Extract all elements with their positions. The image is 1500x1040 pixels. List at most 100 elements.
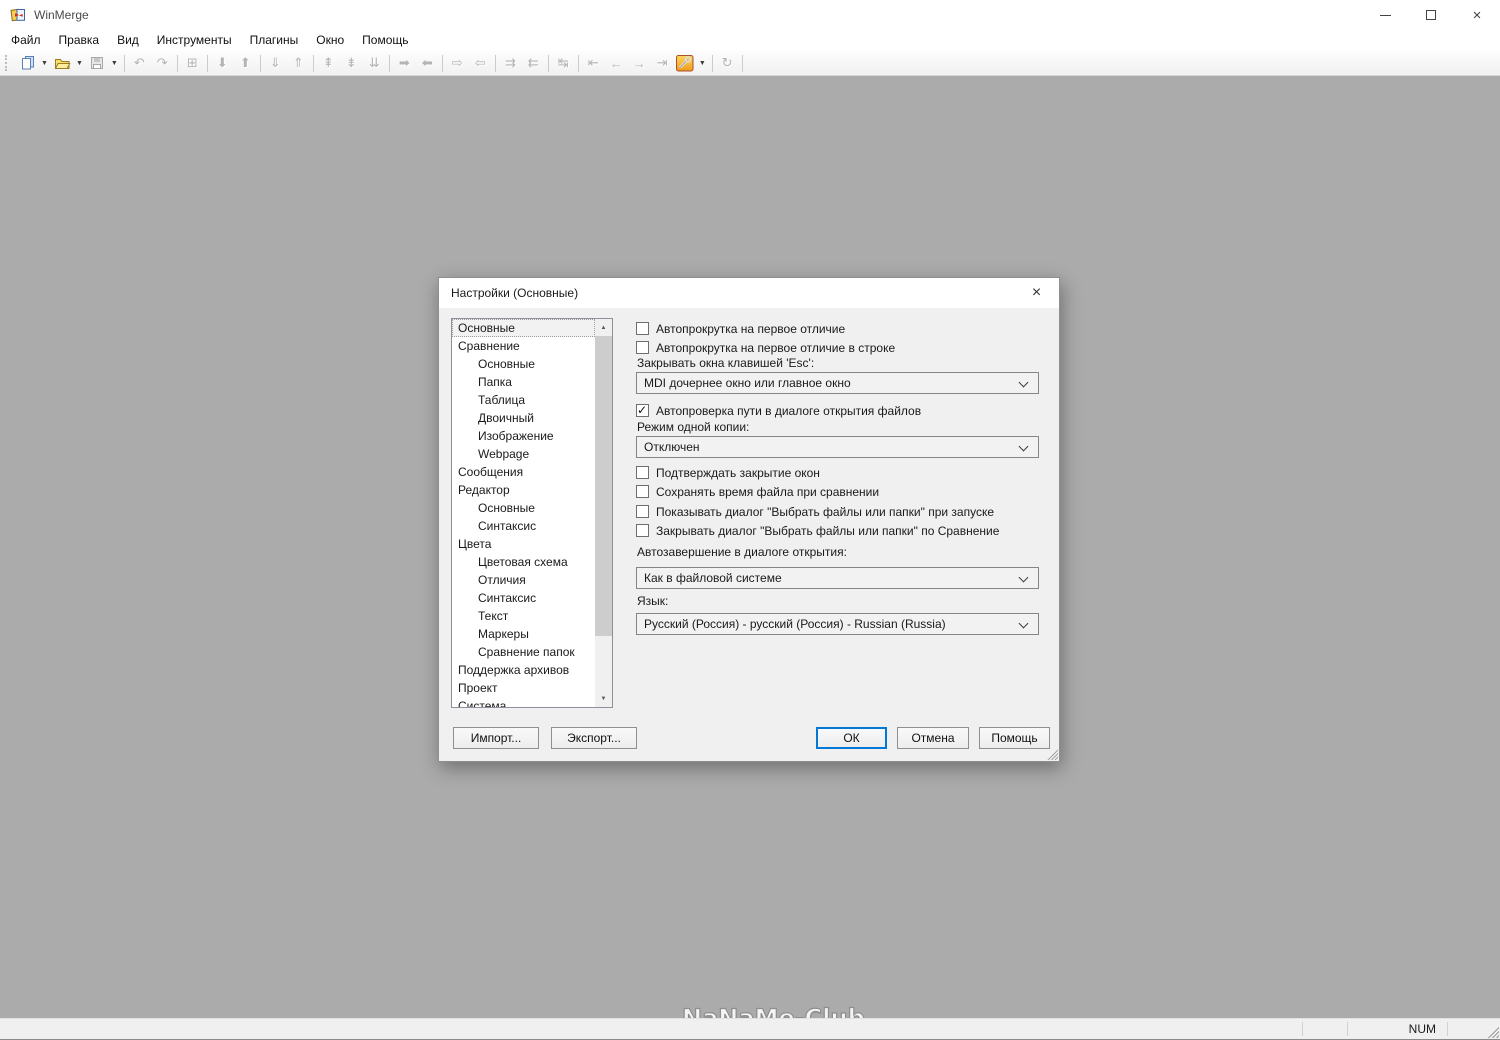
copy-right-button[interactable]: ➡ [393,53,416,74]
tree-item-archive-support[interactable]: Поддержка архивов [452,661,595,679]
toolbar-grip[interactable] [5,55,10,71]
menu-edit[interactable]: Правка [50,30,109,51]
tree-item-editor[interactable]: Редактор [452,481,595,499]
open-button[interactable] [51,53,74,74]
first-difference-button[interactable]: ⇞ [317,53,340,74]
menu-plugins[interactable]: Плагины [241,30,308,51]
copy-all-left-button[interactable]: ⇇ [522,53,545,74]
tree-item-colors-differences[interactable]: Отличия [452,571,595,589]
tree-item-color-scheme[interactable]: Цветовая схема [452,553,595,571]
next-file-button[interactable]: → [628,53,651,74]
tree-item-editor-general[interactable]: Основные [452,499,595,517]
winmerge-app-icon [10,8,25,22]
first-file-button[interactable]: ⇤ [582,53,605,74]
ok-button[interactable]: ОК [816,727,887,749]
open-dropdown-caret[interactable]: ▼ [74,53,86,74]
menu-file[interactable]: Файл [2,30,50,51]
statusbar-separator [1302,1022,1303,1036]
tree-item-project[interactable]: Проект [452,679,595,697]
verify-open-paths[interactable]: Автопроверка пути в диалоге открытия фай… [636,402,921,419]
tree-item-messages[interactable]: Сообщения [452,463,595,481]
auto-merge-button[interactable]: ↹ [552,53,575,74]
chevron-down-icon [1018,377,1029,388]
autoscroll-first-diff-checkbox[interactable] [636,322,649,335]
tree-item-compare-table[interactable]: Таблица [452,391,595,409]
confirm-window-close[interactable]: Подтверждать закрытие окон [636,464,820,481]
dialog-resize-grip[interactable] [1045,747,1058,760]
autoscroll-first-inline-diff-checkbox[interactable] [636,341,649,354]
options-dropdown-caret[interactable]: ▼ [697,53,709,74]
tree-item-compare-webpage[interactable]: Webpage [452,445,595,463]
tree-item-system[interactable]: Система [452,697,595,707]
options-button[interactable] [674,53,697,74]
tree-item-compare[interactable]: Сравнение [452,337,595,355]
tree-item-general[interactable]: Основные [452,319,595,337]
cancel-button[interactable]: Отмена [897,727,969,749]
show-select-dialog-startup[interactable]: Показывать диалог "Выбрать файлы или пап… [636,503,994,520]
tree-item-colors[interactable]: Цвета [452,535,595,553]
autoscroll-first-inline-diff[interactable]: Автопрокрутка на первое отличие в строке [636,339,895,356]
rescan-button[interactable]: ⊞ [181,53,204,74]
tree-item-compare-folder[interactable]: Папка [452,373,595,391]
autocomplete-select[interactable]: Как в файловой системе [636,567,1039,589]
tree-item-colors-folder-compare[interactable]: Сравнение папок [452,643,595,661]
previous-file-button[interactable]: ← [605,53,628,74]
current-difference-button[interactable]: ⇟ [340,53,363,74]
minimize-button[interactable] [1362,0,1408,30]
new-button[interactable] [16,53,39,74]
last-difference-button[interactable]: ⇊ [363,53,386,74]
refresh-button[interactable]: ↻ [716,53,739,74]
close-select-dialog-on-compare[interactable]: Закрывать диалог "Выбрать файлы или папк… [636,522,999,539]
close-window-button[interactable]: × [1454,0,1500,30]
export-button[interactable]: Экспорт... [551,727,637,749]
save-dropdown-caret[interactable]: ▼ [109,53,121,74]
redo-button[interactable]: ↷ [151,53,174,74]
next-conflict-button[interactable]: ⇓ [264,53,287,74]
tree-item-compare-general[interactable]: Основные [452,355,595,373]
previous-conflict-button[interactable]: ⇑ [287,53,310,74]
language-select[interactable]: Русский (Россия) - русский (Россия) - Ru… [636,613,1039,635]
scroll-down-button[interactable]: ▼ [595,690,612,707]
last-file-button[interactable]: ⇥ [651,53,674,74]
tree-item-colors-syntax[interactable]: Синтаксис [452,589,595,607]
confirm-window-close-checkbox[interactable] [636,466,649,479]
single-instance-select[interactable]: Отключен [636,436,1039,458]
tree-item-colors-text[interactable]: Текст [452,607,595,625]
tree-item-editor-syntax[interactable]: Синтаксис [452,517,595,535]
scroll-up-button[interactable]: ▲ [595,319,612,336]
verify-open-paths-checkbox[interactable] [636,403,649,417]
autoscroll-first-diff[interactable]: Автопрокрутка на первое отличие [636,320,845,337]
preserve-file-time-checkbox[interactable] [636,485,649,498]
dialog-close-button[interactable]: × [1014,278,1059,307]
scroll-thumb[interactable] [595,336,612,636]
tree-scrollbar[interactable]: ▲ ▼ [595,319,612,707]
copy-all-right-button[interactable]: ⇉ [499,53,522,74]
close-select-dialog-on-compare-checkbox[interactable] [636,524,649,537]
tree-item-compare-binary[interactable]: Двоичный [452,409,595,427]
copy-left-button[interactable]: ⬅ [416,53,439,74]
tree-item-compare-image[interactable]: Изображение [452,427,595,445]
help-button[interactable]: Помощь [979,727,1050,749]
window-resize-grip[interactable] [1485,1024,1499,1038]
previous-difference-button[interactable]: ⬆ [234,53,257,74]
save-button[interactable] [86,53,109,74]
tree-item-colors-markers[interactable]: Маркеры [452,625,595,643]
copy-left-and-advance-button[interactable]: ⇦ [469,53,492,74]
menu-window[interactable]: Окно [307,30,353,51]
show-select-dialog-startup-checkbox[interactable] [636,505,649,518]
options-dialog: Настройки (Основные) × Основные Сравнение… [438,277,1060,762]
menu-help[interactable]: Помощь [353,30,417,51]
import-button[interactable]: Импорт... [453,727,539,749]
preserve-file-time[interactable]: Сохранять время файла при сравнении [636,483,879,500]
autocomplete-label: Автозавершение в диалоге открытия: [637,545,847,559]
new-dropdown-caret[interactable]: ▼ [39,53,51,74]
menu-view[interactable]: Вид [108,30,148,51]
toolbar-separator [259,54,261,72]
copy-right-and-advance-button[interactable]: ⇨ [446,53,469,74]
next-difference-button[interactable]: ⬇ [211,53,234,74]
undo-button[interactable]: ↶ [128,53,151,74]
menu-tools[interactable]: Инструменты [148,30,241,51]
maximize-button[interactable] [1408,0,1454,30]
arrow-down-icon: ⬇ [216,55,228,70]
close-windows-esc-select[interactable]: MDI дочернее окно или главное окно [636,372,1039,394]
